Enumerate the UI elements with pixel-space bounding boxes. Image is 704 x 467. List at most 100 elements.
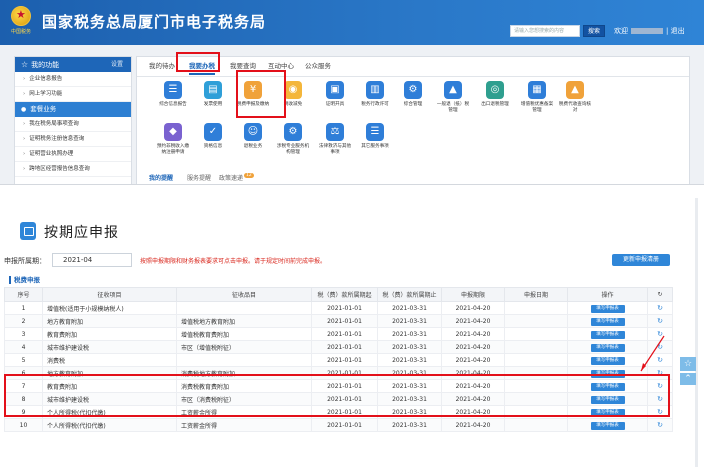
service-icon-item[interactable]: ▥ 税务行政许可 [357, 81, 393, 108]
table-cell: 2021-01-01 [311, 314, 378, 328]
table-cell: 2 [4, 314, 43, 328]
service-icon-item[interactable]: ◆ 预约非税收入缴纳注册申请 [155, 123, 191, 156]
col-header: 征收项目 [42, 287, 177, 302]
sidebar-item[interactable]: 证明税务注册信息查询 [15, 132, 131, 147]
notice-text: 按照申报期限和财务报表要求可点击申报。请于规定时间前完成申报。 [140, 258, 327, 265]
tab-my-todo[interactable]: 我的待办 [149, 57, 175, 76]
sidebar-item[interactable]: 企业信息报告 [15, 72, 131, 87]
table-cell: 1 [4, 301, 43, 315]
table-cell: 消费税 [42, 353, 177, 367]
sidebar-item[interactable]: 跨地区经营报告信息查询 [15, 162, 131, 177]
service-icon-grid: ☰ 综合信息报告 ▤ 发票使用 ¥ 税费申报及缴纳 ◉ 税收减免 ▣ 证明开具 ▥ 税务行政许可 ⚙ 综合… [137, 79, 689, 174]
table-cell: 增值税地方教育附加 [176, 314, 312, 328]
service-icon-item[interactable]: ✓ 资格信息 [195, 123, 231, 150]
fill-form-button[interactable]: 填写申报表 [590, 356, 625, 365]
service-icon: ▲ [444, 81, 462, 99]
table-cell: 填写申报表 [567, 314, 648, 328]
service-icon-item[interactable]: ▤ 发票使用 [195, 81, 231, 108]
search-button[interactable]: 搜索 [583, 25, 605, 37]
table-cell: 2021-03-31 [377, 340, 442, 354]
table-cell: ↻ [647, 418, 673, 432]
service-icon-item[interactable]: ▲ 税费代收查询核对 [557, 81, 593, 114]
table-cell: 城市维护建设税 [42, 340, 177, 354]
service-icon: ☰ [164, 81, 182, 99]
service-icon: ◉ [284, 81, 302, 99]
table-cell: 填写申报表 [567, 418, 648, 432]
row-refresh-icon[interactable]: ↻ [657, 317, 663, 325]
service-icon: ▣ [326, 81, 344, 99]
sidebar-item[interactable]: 我在税务局事项查询 [15, 117, 131, 132]
sidebar-item[interactable]: 证明营业执照办理 [15, 147, 131, 162]
service-icon-item[interactable]: ☰ 其它服务事项 [357, 123, 393, 150]
table-cell: 市区（增值税附征） [176, 340, 312, 354]
tab-public-service[interactable]: 公众服务 [305, 57, 331, 76]
table-row: 5 消费税 2021-01-01 2021-03-31 2021-04-20 填写申报表 ↻ [4, 353, 673, 367]
table-row: 3 教育费附加 增值税教育费附加 2021-01-01 2021-03-31 2021-0… [4, 327, 673, 341]
page-scrollbar[interactable] [695, 198, 698, 467]
service-icon-label: 增值税优惠备案管理 [520, 102, 554, 113]
service-icon-item[interactable]: ☰ 综合信息报告 [155, 81, 191, 108]
sidebar-item[interactable]: 网上学习功能 [15, 87, 131, 102]
table-cell: 2021-04-20 [441, 418, 505, 432]
footer-link-policy[interactable]: 政策速递 12 [219, 173, 254, 182]
float-back-to-top-icon[interactable]: ⌃ [680, 373, 696, 385]
fill-form-button[interactable]: 填写申报表 [590, 330, 625, 339]
service-icon-item[interactable]: ◎ 出口退税管理 [477, 81, 513, 108]
service-icon: ◆ [164, 123, 182, 141]
refresh-all-icon[interactable]: ↻ [647, 287, 673, 302]
service-icon: ⚖ [326, 123, 344, 141]
service-icon-label: 发票使用 [203, 102, 223, 107]
fill-form-button[interactable]: 填写申报表 [590, 304, 625, 313]
row-refresh-icon[interactable]: ↻ [657, 343, 663, 351]
table-cell [176, 301, 312, 315]
refresh-list-button[interactable]: 更新申报清册 [612, 254, 670, 266]
service-icon-label: 证明开具 [325, 102, 345, 107]
footer-link-service[interactable]: 服务提醒 [187, 173, 211, 182]
table-cell [504, 418, 568, 432]
sidebar-settings-link[interactable]: 设置 [111, 57, 123, 72]
service-icon-item[interactable]: ⚖ 法律救济与其他事项 [317, 123, 353, 156]
search-input[interactable]: 请输入您想搜索的内容 [510, 25, 580, 37]
service-icon-label: 法律救济与其他事项 [318, 144, 352, 155]
fill-form-button[interactable]: 填写申报表 [590, 421, 625, 430]
service-icon-item[interactable]: ⚙ 综合管理 [395, 81, 431, 108]
fill-form-button[interactable]: 填写申报表 [590, 343, 625, 352]
table-cell: ↻ [647, 301, 673, 315]
row-refresh-icon[interactable]: ↻ [657, 421, 663, 429]
table-cell: 增值税教育费附加 [176, 327, 312, 341]
service-icon-label: 税费代收查询核对 [558, 102, 592, 113]
logout-link[interactable]: | 退出 [666, 27, 685, 35]
col-header: 序号 [4, 287, 43, 302]
row-refresh-icon[interactable]: ↻ [657, 304, 663, 312]
table-cell: 3 [4, 327, 43, 341]
service-icon-item[interactable]: ▣ 证明开具 [317, 81, 353, 108]
table-cell: 2021-03-31 [377, 353, 442, 367]
table-cell: 填写申报表 [567, 301, 648, 315]
row-refresh-icon[interactable]: ↻ [657, 330, 663, 338]
service-icon-item[interactable]: ⚙ 涉税专业服务机构管理 [275, 123, 311, 156]
service-icon-item[interactable]: ☺ 退税业务 [235, 123, 271, 150]
sidebar-item-active[interactable]: 套餐业务 [15, 102, 131, 117]
fill-form-button[interactable]: 填写申报表 [590, 317, 625, 326]
table-cell: 2021-01-01 [311, 340, 378, 354]
row-refresh-icon[interactable]: ↻ [657, 356, 663, 364]
service-icon-label: 退税业务 [243, 144, 263, 149]
footer-link-reminders[interactable]: 我的提醒 [149, 173, 173, 182]
table-cell: 2021-01-01 [311, 327, 378, 341]
service-icon: ☰ [366, 123, 384, 141]
table-cell [176, 353, 312, 367]
emblem-caption: 中国税务 [10, 29, 31, 35]
service-icon-item[interactable]: ▲ 一般退（抵）税管理 [435, 81, 471, 114]
table-cell: 工资薪金所得 [176, 418, 312, 432]
table-cell: 2021-03-31 [377, 301, 442, 315]
table-cell [504, 340, 568, 354]
table-cell: 10 [4, 418, 43, 432]
table-cell: 2021-04-20 [441, 314, 505, 328]
service-icon-label: 资格信息 [203, 144, 223, 149]
period-select[interactable]: 2021-04 [52, 253, 132, 267]
service-icon-item[interactable]: ▦ 增值税优惠备案管理 [519, 81, 555, 114]
welcome-bar: 欢迎 | 退出 [614, 26, 685, 36]
table-cell: 2021-04-20 [441, 301, 505, 315]
float-favorite-icon[interactable]: ☆ [680, 357, 696, 371]
table-cell: 地方教育附加 [42, 314, 177, 328]
